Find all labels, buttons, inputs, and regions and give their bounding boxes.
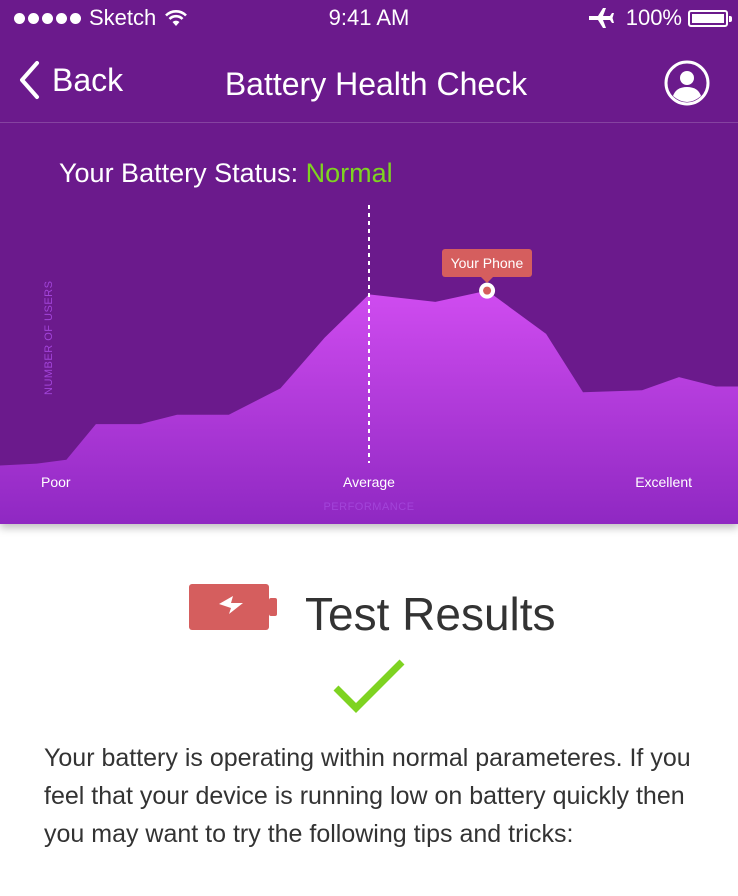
battery-icon xyxy=(688,9,732,27)
user-profile-icon[interactable] xyxy=(664,60,710,106)
battery-status-value: Normal xyxy=(305,158,393,188)
navigation-bar: Back Battery Health Check xyxy=(0,40,738,123)
status-bar: Sketch 9:41 AM 100% xyxy=(0,0,738,36)
x-axis-label: PERFORMANCE xyxy=(323,501,415,513)
performance-chart: NUMBER OF USERS Poor Average Excellent P… xyxy=(0,195,738,524)
results-description: Your battery is operating within normal … xyxy=(44,744,691,848)
tick-label-excellent: Excellent xyxy=(635,474,692,490)
your-phone-point-center xyxy=(483,286,492,295)
status-right: 100% xyxy=(588,5,732,31)
results-title: Test Results xyxy=(305,588,556,640)
battery-low-icon xyxy=(189,584,277,630)
page-title: Battery Health Check xyxy=(224,66,528,102)
battery-status: Your Battery Status: Normal xyxy=(59,158,393,189)
your-phone-tooltip: Your Phone xyxy=(441,248,533,283)
tick-label-average: Average xyxy=(343,474,395,490)
header-panel: Sketch 9:41 AM 100% Back Battery Health … xyxy=(0,0,738,524)
airplane-icon xyxy=(588,8,614,28)
y-axis-label: NUMBER OF USERS xyxy=(43,280,55,395)
checkmark-icon xyxy=(333,659,405,713)
battery-status-label: Your Battery Status: xyxy=(59,158,299,188)
battery-percent: 100% xyxy=(625,5,682,30)
results-section: Test Results Your battery is operating w… xyxy=(0,524,738,896)
